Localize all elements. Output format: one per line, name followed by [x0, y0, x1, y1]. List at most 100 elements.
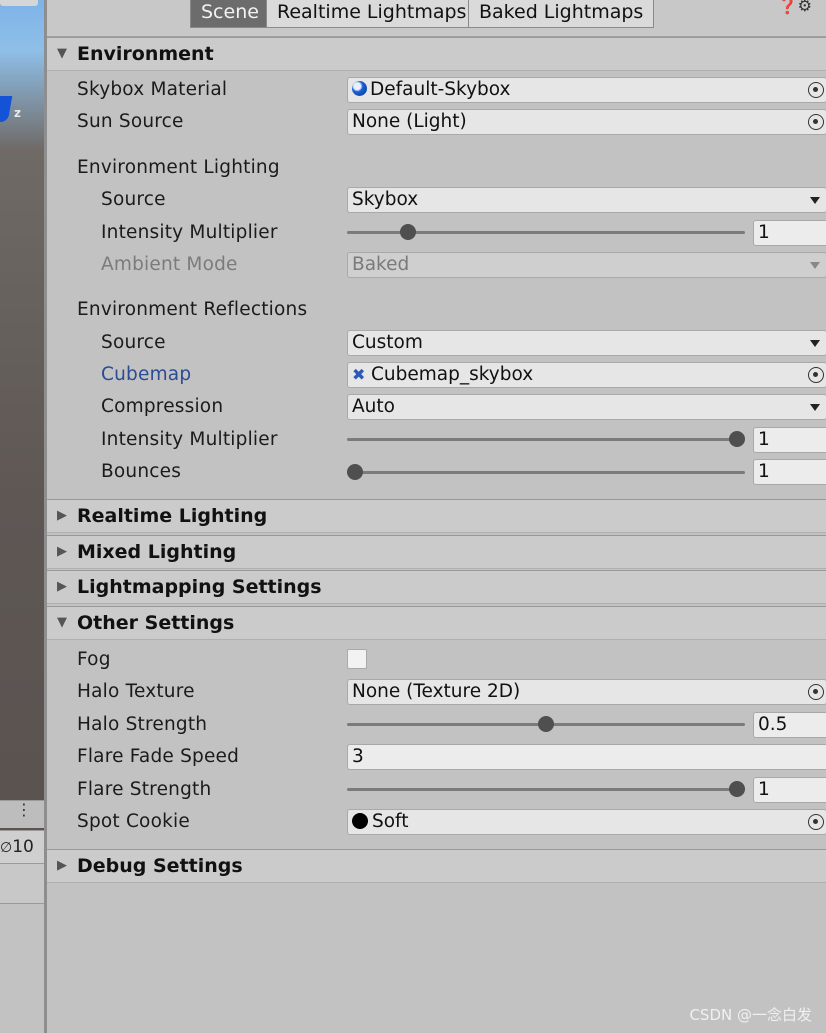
- section-realtime-lighting[interactable]: ▶ Realtime Lighting: [47, 499, 826, 533]
- lighting-source-dropdown[interactable]: Skybox: [347, 187, 826, 213]
- eye-slash-icon: ∅: [0, 840, 13, 856]
- lighting-intensity-input[interactable]: 1: [753, 220, 826, 246]
- environment-lighting-group: Environment Lighting: [77, 157, 280, 178]
- sun-source-field[interactable]: None (Light): [347, 109, 826, 135]
- section-realtime-title: Realtime Lighting: [77, 505, 268, 527]
- lighting-intensity-label: Intensity Multiplier: [101, 222, 278, 243]
- spot-cookie-value: Soft: [372, 811, 409, 832]
- lighting-source-label: Source: [101, 189, 166, 210]
- slider-thumb[interactable]: [347, 464, 363, 480]
- halo-texture-label: Halo Texture: [77, 681, 195, 702]
- flare-strength-label: Flare Strength: [77, 779, 212, 800]
- fog-label: Fog: [77, 649, 111, 670]
- halo-strength-input[interactable]: 0.5: [753, 712, 826, 738]
- reflection-source-dropdown[interactable]: Custom: [347, 330, 826, 356]
- compression-dropdown[interactable]: Auto: [347, 394, 826, 420]
- foldout-closed-icon[interactable]: ▶: [57, 571, 67, 603]
- tab-scene[interactable]: Scene: [190, 0, 270, 28]
- object-picker-icon[interactable]: [808, 814, 824, 830]
- cubemap-label: Cubemap: [101, 364, 192, 385]
- slider-thumb[interactable]: [400, 224, 416, 240]
- sun-source-label: Sun Source: [77, 111, 184, 132]
- reflection-source-value: Custom: [352, 332, 423, 353]
- flare-strength-input[interactable]: 1: [753, 777, 826, 803]
- ambient-mode-value: Baked: [352, 254, 410, 275]
- skybox-material-label: Skybox Material: [77, 79, 228, 100]
- foldout-open-icon[interactable]: ▼: [57, 607, 67, 639]
- object-picker-icon[interactable]: [808, 114, 824, 130]
- section-environment[interactable]: ▼ Environment: [47, 37, 826, 71]
- chevron-down-icon: [810, 262, 820, 269]
- bounces-slider[interactable]: [347, 464, 745, 480]
- halo-texture-value: None (Texture 2D): [352, 681, 521, 702]
- bounces-input[interactable]: 1: [753, 459, 826, 485]
- foldout-closed-icon[interactable]: ▶: [57, 500, 67, 532]
- cubemap-field[interactable]: ✖ Cubemap_skybox: [347, 362, 826, 388]
- halo-strength-slider[interactable]: [347, 716, 745, 732]
- chevron-down-icon: [810, 340, 820, 347]
- texture-icon: [352, 813, 368, 829]
- section-environment-title: Environment: [77, 43, 214, 65]
- slider-thumb[interactable]: [729, 781, 745, 797]
- foldout-closed-icon[interactable]: ▶: [57, 850, 67, 882]
- scene-gizmo-icon[interactable]: [0, 96, 13, 122]
- lighting-tabbar: Scene Realtime Lightmaps Baked Lightmaps…: [47, 0, 826, 36]
- help-icon[interactable]: ❓⚙: [778, 0, 812, 15]
- section-lightmapping-title: Lightmapping Settings: [77, 576, 322, 598]
- reflection-source-label: Source: [101, 332, 166, 353]
- watermark: CSDN @一念白发: [689, 1006, 812, 1024]
- chevron-down-icon: [810, 404, 820, 411]
- gizmo-axis-label: z: [14, 106, 21, 120]
- compression-value: Auto: [352, 396, 395, 417]
- mini-panel-empty: [0, 904, 44, 1033]
- foldout-open-icon[interactable]: ▼: [57, 38, 67, 70]
- skybox-material-value: Default-Skybox: [370, 79, 511, 100]
- flare-fade-speed-label: Flare Fade Speed: [77, 746, 240, 767]
- foldout-closed-icon[interactable]: ▶: [57, 536, 67, 568]
- bounces-label: Bounces: [101, 461, 182, 482]
- tab-baked-lightmaps[interactable]: Baked Lightmaps: [468, 0, 655, 28]
- reflection-intensity-input[interactable]: 1: [753, 427, 826, 453]
- ambient-mode-label: Ambient Mode: [101, 254, 238, 275]
- chevron-down-icon: [810, 197, 820, 204]
- section-debug-settings[interactable]: ▶ Debug Settings: [47, 849, 826, 883]
- reflection-intensity-label: Intensity Multiplier: [101, 429, 278, 450]
- skybox-material-field[interactable]: Default-Skybox: [347, 77, 826, 103]
- halo-strength-label: Halo Strength: [77, 714, 208, 735]
- section-debug-title: Debug Settings: [77, 855, 243, 877]
- section-other-settings[interactable]: ▼ Other Settings: [47, 606, 826, 640]
- visibility-count-label: 10: [12, 837, 34, 857]
- section-mixed-lighting[interactable]: ▶ Mixed Lighting: [47, 535, 826, 569]
- cubemap-icon: ✖: [352, 365, 366, 384]
- spot-cookie-field[interactable]: Soft: [347, 809, 826, 835]
- compression-label: Compression: [101, 396, 224, 417]
- section-other-title: Other Settings: [77, 612, 235, 634]
- object-picker-icon[interactable]: [808, 684, 824, 700]
- section-lightmapping-settings[interactable]: ▶ Lightmapping Settings: [47, 570, 826, 604]
- material-icon: [352, 81, 367, 96]
- flare-strength-slider[interactable]: [347, 781, 745, 797]
- spot-cookie-label: Spot Cookie: [77, 811, 190, 832]
- cubemap-value: Cubemap_skybox: [371, 364, 534, 385]
- lighting-intensity-slider[interactable]: [347, 224, 745, 240]
- reflection-intensity-slider[interactable]: [347, 431, 745, 447]
- object-picker-icon[interactable]: [808, 82, 824, 98]
- tab-realtime-lightmaps[interactable]: Realtime Lightmaps: [266, 0, 478, 28]
- scene-toolbar-button[interactable]: [0, 0, 38, 6]
- mini-panel-row: [0, 864, 44, 904]
- visibility-count[interactable]: ∅10: [0, 830, 44, 864]
- ambient-mode-dropdown: Baked: [347, 252, 826, 278]
- sun-source-value: None (Light): [352, 111, 467, 132]
- environment-reflections-group: Environment Reflections: [77, 299, 308, 320]
- halo-texture-field[interactable]: None (Texture 2D): [347, 679, 826, 705]
- section-mixed-title: Mixed Lighting: [77, 541, 237, 563]
- flare-fade-speed-input[interactable]: 3: [347, 744, 826, 770]
- slider-thumb[interactable]: [729, 431, 745, 447]
- more-menu-icon[interactable]: ⋮: [16, 800, 32, 819]
- object-picker-icon[interactable]: [808, 367, 824, 383]
- lighting-settings-panel: ▼ Environment Skybox Material Default-Sk…: [47, 36, 826, 1033]
- fog-checkbox[interactable]: [347, 649, 367, 669]
- lighting-source-value: Skybox: [352, 189, 419, 210]
- scene-view-strip[interactable]: z ⋮ ∅10: [0, 0, 44, 1033]
- slider-thumb[interactable]: [538, 716, 554, 732]
